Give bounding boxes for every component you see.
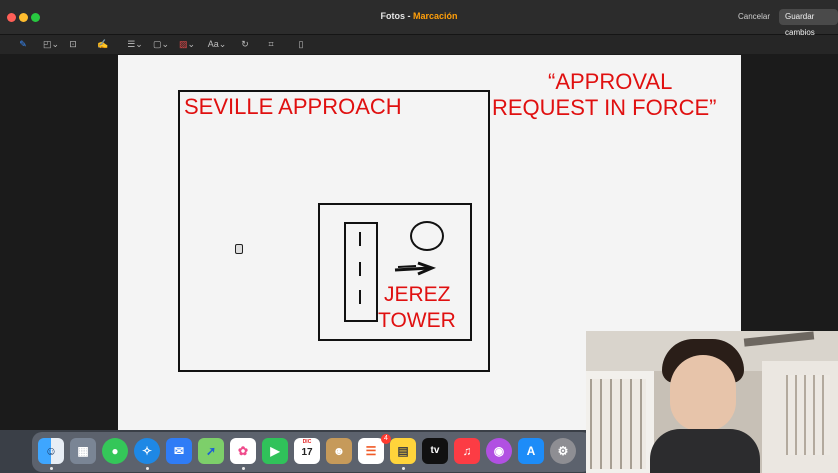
text-style-icon[interactable]: Aa⌄ [206,37,228,51]
launchpad-icon[interactable]: ▦ [70,438,96,464]
music-icon[interactable]: ♫ [454,438,480,464]
maps-icon[interactable]: ➚ [198,438,224,464]
calendar-icon[interactable]: DIC 17 [294,438,320,464]
photos-running-dot [242,467,245,470]
notes-running-dot [402,467,405,470]
messages-icon[interactable]: ● [102,438,128,464]
traffic-arrow [394,261,436,276]
finder-icon[interactable]: ☺ [38,438,64,464]
tower-circle [410,221,444,251]
tower-label: TOWER [378,309,456,332]
finder-running-dot [50,467,53,470]
cancel-button[interactable]: Cancelar [732,9,776,25]
runway [344,222,378,322]
system-preferences-icon[interactable]: ⚙ [550,438,576,464]
mouse-cursor-icon [235,244,243,254]
jerez-label: JEREZ [384,283,451,306]
contacts-icon[interactable]: ☻ [326,438,352,464]
quote-line-1: “APPROVAL [548,69,673,94]
facetime-icon[interactable]: ▶ [262,438,288,464]
page-icon[interactable]: ▯ [294,37,308,51]
line-style-icon[interactable]: ☰⌄ [124,37,146,51]
webcam-overlay [586,331,838,473]
markup-toolbar: ✎ ◰⌄ ⊡ ✍ ☰⌄ ▢⌄ ▨⌄ Aa⌄ ↻ ⌗ ▯ [0,35,838,54]
shapes-icon[interactable]: ◰⌄ [40,37,62,51]
mail-icon[interactable]: ✉ [166,438,192,464]
safari-running-dot [146,467,149,470]
rotate-icon[interactable]: ↻ [238,37,252,51]
sketch-icon[interactable]: ✎ [16,37,30,51]
dock: ☺ ▦ ● ✧ ✉ ➚ ✿ ▶ DIC 17 ☻ ☰ 4 ▤ tv ♫ ◉ A ⚙ [32,432,592,472]
text-style-label: Aa [207,39,219,49]
title-bar: Fotos - Marcación Cancelar Guardar cambi… [0,0,838,37]
border-color-icon[interactable]: ▢⌄ [150,37,172,51]
seville-approach-label: SEVILLE APPROACH [184,94,402,119]
tv-icon[interactable]: tv [422,438,448,464]
window-title: Fotos - Marcación [380,11,458,21]
signature-icon[interactable]: ✍ [96,37,110,51]
quote-line-2: REQUEST IN FORCE” [492,95,717,120]
notes-icon[interactable]: ▤ [390,438,416,464]
safari-icon[interactable]: ✧ [134,438,160,464]
reminders-icon[interactable]: ☰ [358,438,384,464]
photos-icon[interactable]: ✿ [230,438,256,464]
podcasts-icon[interactable]: ◉ [486,438,512,464]
crop-icon[interactable]: ⌗ [264,37,278,51]
app-store-icon[interactable]: A [518,438,544,464]
fill-color-icon[interactable]: ▨⌄ [176,37,198,51]
text-box-icon[interactable]: ⊡ [66,37,80,51]
save-changes-button[interactable]: Guardar cambios [779,9,838,37]
